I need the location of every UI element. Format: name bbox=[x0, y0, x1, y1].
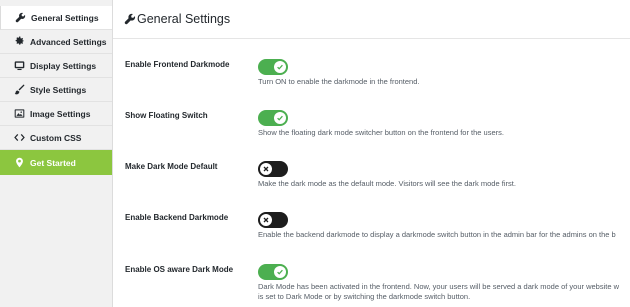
sidebar-item-label: Get Started bbox=[30, 157, 76, 168]
location-pin-icon bbox=[13, 157, 25, 169]
sidebar-item-label: Advanced Settings bbox=[30, 36, 107, 47]
sidebar-item-label: Image Settings bbox=[30, 108, 91, 119]
sidebar-item-display-settings[interactable]: Display Settings bbox=[0, 54, 112, 78]
sidebar-item-label: Style Settings bbox=[30, 84, 87, 95]
setting-label: Enable OS aware Dark Mode bbox=[125, 265, 234, 274]
setting-description-line-2: is set to Dark Mode or by switching the … bbox=[258, 292, 471, 301]
setting-description: Dark Mode has been activated in the fron… bbox=[258, 282, 620, 291]
monitor-icon bbox=[13, 60, 25, 72]
os-aware-dark-mode-toggle[interactable] bbox=[258, 264, 288, 280]
sidebar-item-advanced-settings[interactable]: Advanced Settings bbox=[0, 30, 112, 54]
wrench-icon bbox=[14, 12, 26, 24]
setting-label: Make Dark Mode Default bbox=[125, 162, 218, 171]
brush-icon bbox=[13, 84, 25, 96]
page-header: General Settings bbox=[113, 0, 630, 39]
setting-label: Enable Backend Darkmode bbox=[125, 213, 229, 222]
setting-label: Show Floating Switch bbox=[125, 111, 208, 120]
sidebar-item-general-settings[interactable]: General Settings bbox=[0, 6, 112, 30]
settings-panel: General Settings Enable Frontend Darkmod… bbox=[113, 0, 630, 307]
sidebar-item-custom-css[interactable]: Custom CSS bbox=[0, 126, 112, 150]
close-icon bbox=[260, 163, 272, 175]
floating-switch-toggle[interactable] bbox=[258, 110, 288, 126]
setting-description: Turn ON to enable the darkmode in the fr… bbox=[258, 77, 420, 86]
sidebar-item-label: Custom CSS bbox=[30, 132, 82, 143]
frontend-darkmode-toggle[interactable] bbox=[258, 59, 288, 75]
checkmark-icon bbox=[274, 61, 286, 73]
code-icon bbox=[13, 132, 25, 144]
setting-description: Show the floating dark mode switcher but… bbox=[258, 128, 504, 137]
sidebar-item-label: General Settings bbox=[31, 12, 99, 23]
gear-icon bbox=[13, 36, 25, 48]
checkmark-icon bbox=[274, 112, 286, 124]
setting-description: Make the dark mode as the default mode. … bbox=[258, 179, 516, 188]
checkmark-icon bbox=[274, 266, 286, 278]
sidebar-item-style-settings[interactable]: Style Settings bbox=[0, 78, 112, 102]
backend-darkmode-toggle[interactable] bbox=[258, 212, 288, 228]
setting-description: Enable the backend darkmode to display a… bbox=[258, 230, 616, 239]
sidebar-item-image-settings[interactable]: Image Settings bbox=[0, 102, 112, 126]
sidebar-item-label: Display Settings bbox=[30, 60, 97, 71]
dark-mode-default-toggle[interactable] bbox=[258, 161, 288, 177]
page-title: General Settings bbox=[137, 12, 231, 26]
image-icon bbox=[13, 108, 25, 120]
wrench-icon bbox=[124, 13, 136, 25]
setting-label: Enable Frontend Darkmode bbox=[125, 60, 230, 69]
sidebar-item-get-started[interactable]: Get Started bbox=[0, 150, 112, 175]
close-icon bbox=[260, 214, 272, 226]
sidebar: General Settings Advanced Settings Displ… bbox=[0, 0, 113, 307]
